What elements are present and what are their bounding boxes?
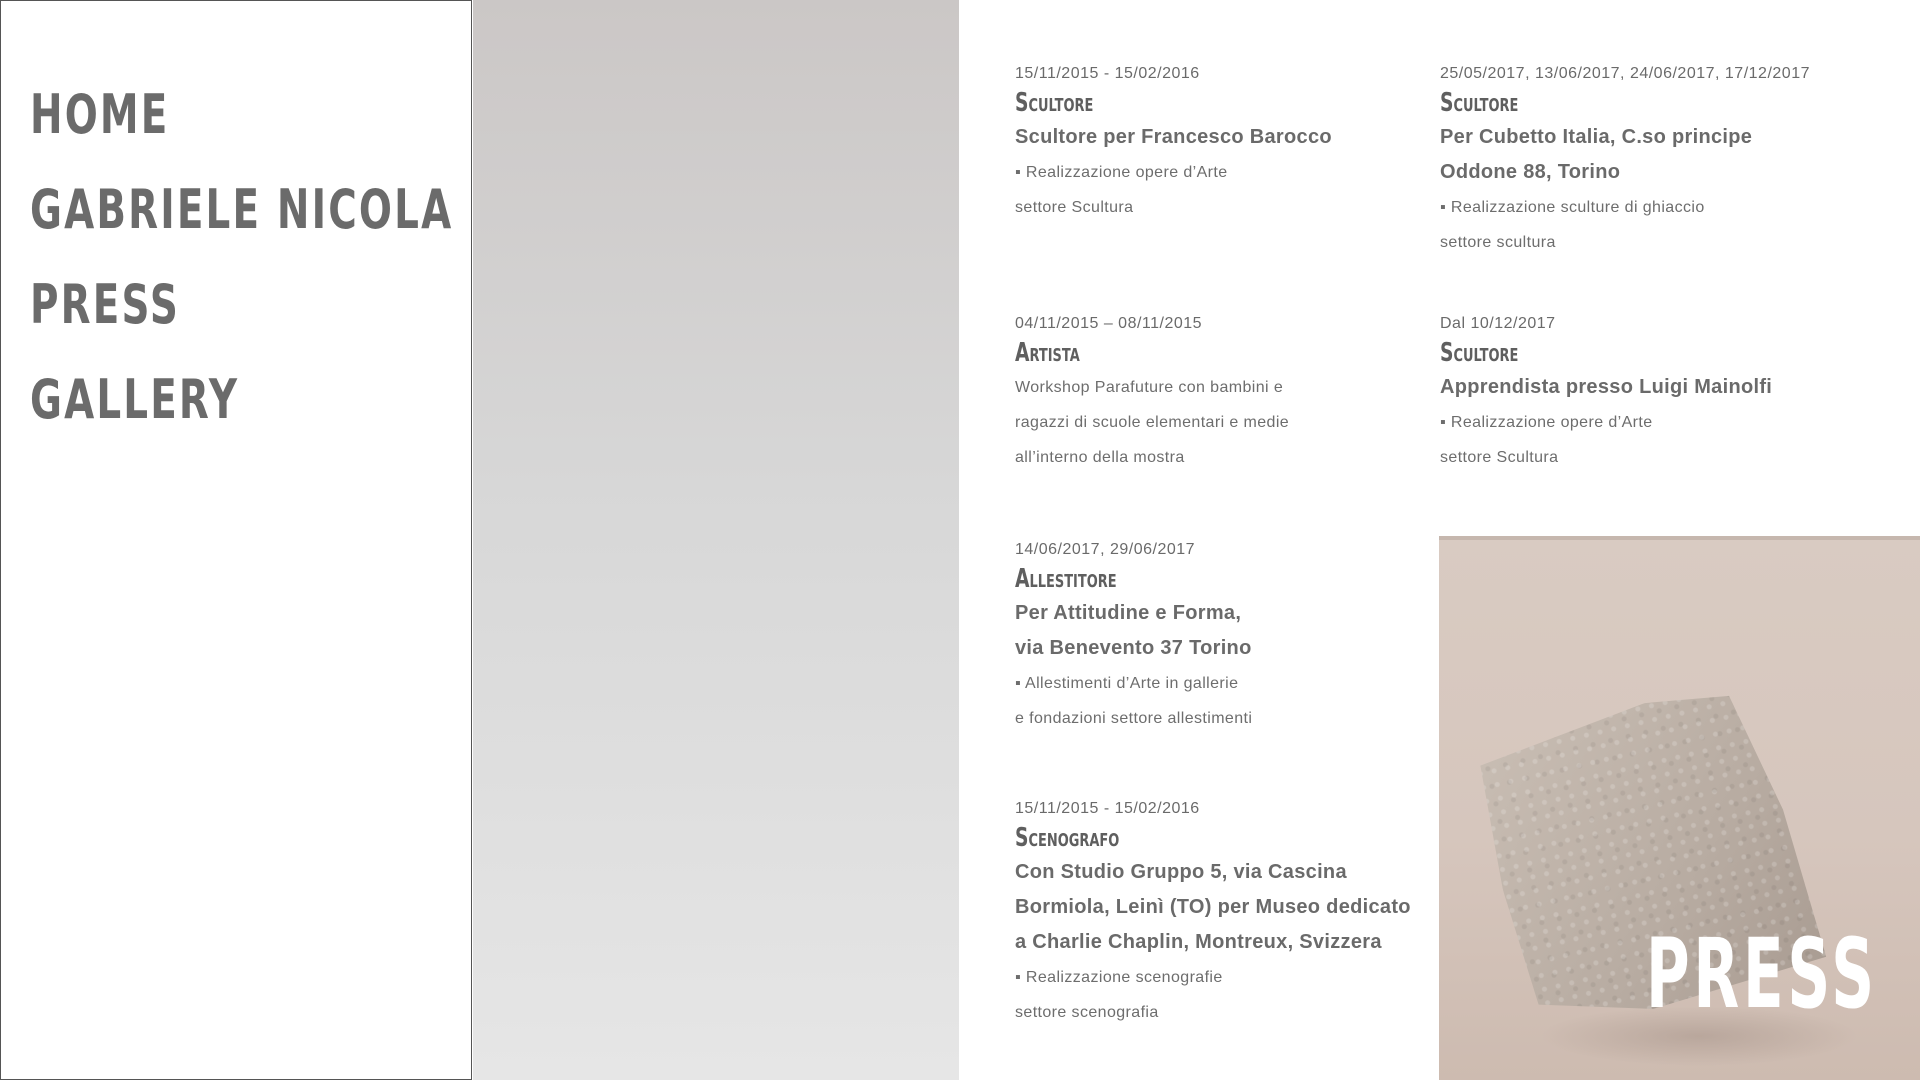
entry-subtitle: Per Cubetto Italia, C.so principe Oddone…	[1440, 126, 1753, 183]
entry-subtitle: Per Attitudine e Forma, via Benevento 37…	[1015, 602, 1252, 659]
gray-gradient-column	[473, 0, 959, 1080]
card-top-border	[1439, 536, 1920, 540]
entry-role: Scultore	[1440, 88, 1519, 118]
entry-subtitle: Apprendista presso Luigi Mainolfi	[1440, 376, 1773, 398]
entry-role: Allestitore	[1015, 564, 1117, 594]
entry-subtitle: Scultore per Francesco Barocco	[1015, 126, 1332, 148]
nav-gabriele-nicola-link[interactable]: GABRIELE NICOLA	[30, 180, 453, 240]
entry-detail: ▪ Realizzazione scenografie settore scen…	[1015, 969, 1223, 1021]
entry-date: 25/05/2017, 13/06/2017, 24/06/2017, 17/1…	[1440, 65, 1810, 82]
nav-gallery-link[interactable]: GALLERY	[30, 370, 239, 430]
entry-date: Dal 10/12/2017	[1440, 315, 1556, 332]
entry-date: 15/11/2015 - 15/02/2016	[1015, 800, 1200, 817]
press-image-card[interactable]: PRESS	[1439, 536, 1920, 1080]
entry-detail: ▪ Allestimenti d’Arte in gallerie e fond…	[1015, 675, 1253, 727]
entry-role: Scenografo	[1015, 823, 1120, 853]
entry-detail: ▪ Realizzazione sculture di ghiaccio set…	[1440, 199, 1705, 251]
entry-role: Artista	[1015, 338, 1080, 368]
experience-entry: 04/11/2015 – 08/11/2015 Artista Workshop…	[1015, 314, 1435, 475]
entry-detail: Workshop Parafuture con bambini e ragazz…	[1015, 379, 1290, 466]
nav-home-link[interactable]: HOME	[30, 85, 169, 145]
sidebar-nav: HOME GABRIELE NICOLA PRESS GALLERY	[0, 0, 472, 1080]
entry-detail: ▪ Realizzazione opere d’Arte settore Scu…	[1440, 414, 1653, 466]
experience-entry: Dal 10/12/2017 Scultore Apprendista pres…	[1440, 314, 1860, 475]
entry-role: Scultore	[1015, 88, 1094, 118]
experience-entry: 14/06/2017, 29/06/2017 Allestitore Per A…	[1015, 540, 1435, 736]
entry-date: 04/11/2015 – 08/11/2015	[1015, 315, 1203, 332]
entry-date: 14/06/2017, 29/06/2017	[1015, 541, 1196, 558]
nav-press-link[interactable]: PRESS	[30, 275, 180, 335]
entry-detail: ▪ Realizzazione opere d’Arte settore Scu…	[1015, 164, 1228, 216]
experience-entry: 15/11/2015 - 15/02/2016 Scenografo Con S…	[1015, 799, 1435, 1030]
entry-date: 15/11/2015 - 15/02/2016	[1015, 65, 1200, 82]
experience-entry: 15/11/2015 - 15/02/2016 Scultore Scultor…	[1015, 64, 1435, 225]
press-card-title[interactable]: PRESS	[1646, 924, 1878, 1024]
entry-subtitle: Con Studio Gruppo 5, via Cascina Bormiol…	[1015, 861, 1411, 953]
experience-entry: 25/05/2017, 13/06/2017, 24/06/2017, 17/1…	[1440, 64, 1900, 260]
entry-role: Scultore	[1440, 338, 1519, 368]
